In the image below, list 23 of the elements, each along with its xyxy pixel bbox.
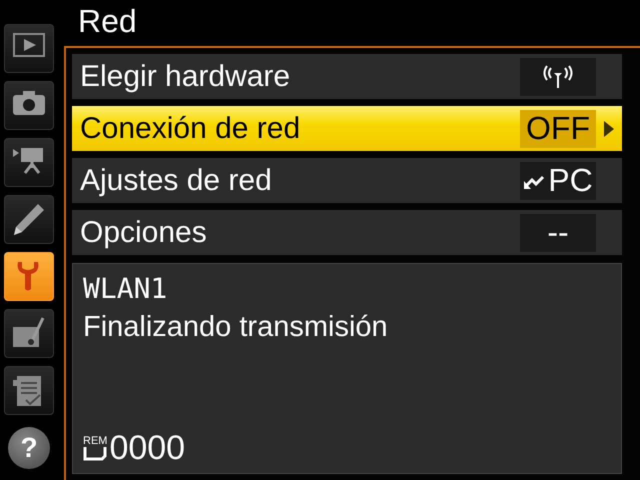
- menu-tab[interactable]: [4, 309, 54, 358]
- menu-tab[interactable]: [4, 138, 54, 187]
- menu-tab[interactable]: [4, 366, 54, 415]
- remaining-label: REM: [83, 436, 108, 447]
- menu-item[interactable]: Opciones --: [72, 210, 622, 255]
- menu-tab[interactable]: [4, 195, 54, 244]
- menu-title: Red: [77, 2, 138, 41]
- network-name: WLAN1: [83, 272, 168, 305]
- menu-item[interactable]: Elegir hardware: [72, 54, 622, 99]
- status-text: Finalizando transmisión: [83, 311, 389, 344]
- value-text: OFF: [526, 110, 590, 147]
- card-bracket-icon: [83, 447, 107, 461]
- menu-item[interactable]: Ajustes de red PC: [72, 158, 622, 203]
- remaining-count: 0000: [109, 431, 186, 465]
- help-button[interactable]: ?: [8, 427, 50, 469]
- menu-item[interactable]: Conexión de red OFF: [72, 106, 622, 151]
- value-text: --: [547, 214, 569, 251]
- value-text: PC: [548, 162, 593, 199]
- pencil-icon: [12, 202, 46, 236]
- menu-tab[interactable]: [4, 252, 54, 301]
- menu-tab[interactable]: [4, 81, 54, 130]
- right-arrow-icon: [603, 120, 615, 138]
- menu-tab[interactable]: [4, 24, 54, 73]
